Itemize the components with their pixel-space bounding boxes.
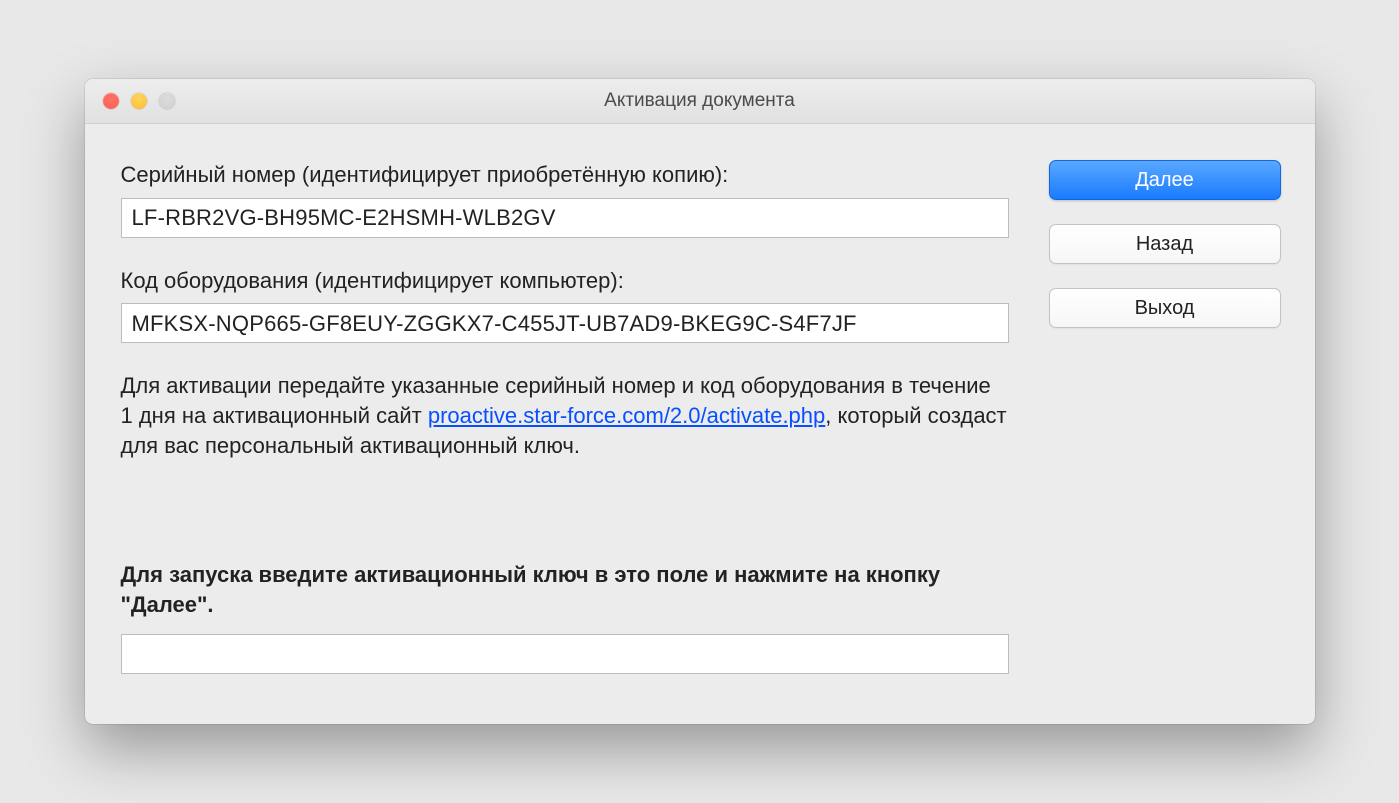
serial-field[interactable]: LF-RBR2VG-BH95MC-E2HSMH-WLB2GV xyxy=(121,198,1009,238)
titlebar: Активация документа xyxy=(85,79,1315,124)
zoom-icon xyxy=(159,93,175,109)
enter-key-label: Для запуска введите активационный ключ в… xyxy=(121,560,1009,619)
window-controls xyxy=(85,93,175,109)
hardware-label: Код оборудования (идентифицирует компьют… xyxy=(121,266,1009,296)
activation-key-input[interactable] xyxy=(121,634,1009,674)
window-title: Активация документа xyxy=(85,90,1315,112)
serial-label: Серийный номер (идентифицирует приобретё… xyxy=(121,160,1009,190)
minimize-icon[interactable] xyxy=(131,93,147,109)
activation-link[interactable]: proactive.star-force.com/2.0/activate.ph… xyxy=(428,403,825,428)
next-button[interactable]: Далее xyxy=(1049,160,1281,200)
hardware-field[interactable]: MFKSX-NQP665-GF8EUY-ZGGKX7-C455JT-UB7AD9… xyxy=(121,303,1009,343)
content-area: Серийный номер (идентифицирует приобретё… xyxy=(85,124,1315,724)
activation-window: Активация документа Серийный номер (иден… xyxy=(85,79,1315,724)
right-column: Далее Назад Выход xyxy=(1049,160,1281,696)
instructions-text: Для активации передайте указанные серийн… xyxy=(121,371,1009,460)
close-icon[interactable] xyxy=(103,93,119,109)
hardware-value: MFKSX-NQP665-GF8EUY-ZGGKX7-C455JT-UB7AD9… xyxy=(132,309,857,339)
left-column: Серийный номер (идентифицирует приобретё… xyxy=(121,160,1009,696)
serial-value: LF-RBR2VG-BH95MC-E2HSMH-WLB2GV xyxy=(132,203,556,233)
exit-button[interactable]: Выход xyxy=(1049,288,1281,328)
back-button[interactable]: Назад xyxy=(1049,224,1281,264)
